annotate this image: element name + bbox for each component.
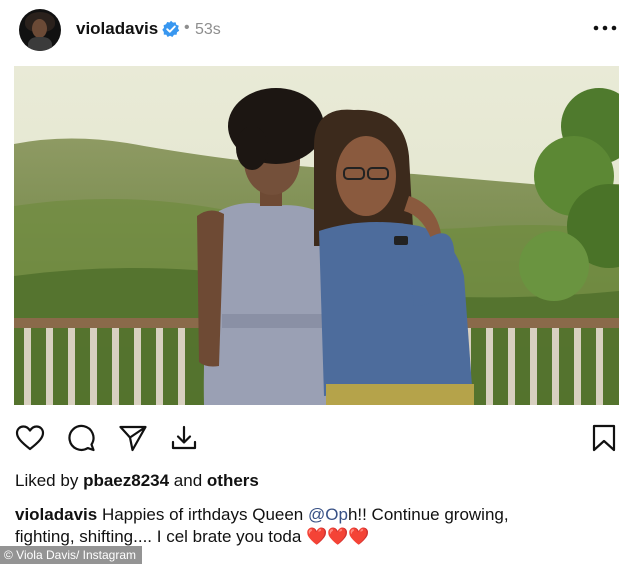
- heart-icon[interactable]: [15, 423, 45, 453]
- likes-prefix: Liked by: [15, 471, 79, 490]
- comment-icon[interactable]: [66, 423, 96, 453]
- post-header: violadavis • 53s: [0, 0, 634, 60]
- post-photo[interactable]: [14, 66, 619, 405]
- post-actions: [0, 418, 634, 458]
- likes-summary: Liked by pbaez8234 and others: [15, 471, 259, 491]
- avatar-body: [28, 37, 52, 51]
- caption-username[interactable]: violadavis: [15, 505, 97, 524]
- caption-text-4: h!! Continue growing,: [347, 505, 509, 524]
- bookmark-icon[interactable]: [589, 423, 619, 453]
- caption-line-2: fighting, shifting.... I cel brate you t…: [15, 527, 302, 546]
- more-options-icon[interactable]: [592, 20, 618, 36]
- avatar[interactable]: [19, 9, 61, 51]
- download-icon[interactable]: [169, 423, 199, 453]
- caption-text-2: of: [169, 505, 188, 524]
- send-icon[interactable]: [118, 423, 148, 453]
- separator-dot: •: [184, 19, 190, 36]
- post-timestamp: 53s: [195, 21, 221, 38]
- likes-others-link[interactable]: others: [207, 471, 259, 490]
- caption-text-1: Happies: [101, 505, 165, 524]
- verified-badge-icon: [162, 20, 180, 37]
- username[interactable]: violadavis: [76, 19, 158, 39]
- likes-conjunction: and: [173, 471, 203, 490]
- image-credit: © Viola Davis/ Instagram: [0, 546, 143, 564]
- heart-emoji-icon: ❤️❤️❤️: [306, 527, 370, 546]
- liked-by-user[interactable]: pbaez8234: [83, 471, 169, 490]
- post-caption: violadavis Happies of irthdays Queen @Op…: [15, 504, 615, 548]
- caption-mention[interactable]: @Op: [308, 505, 348, 524]
- avatar-face: [32, 19, 47, 38]
- caption-text-3: irthdays Queen: [187, 505, 304, 524]
